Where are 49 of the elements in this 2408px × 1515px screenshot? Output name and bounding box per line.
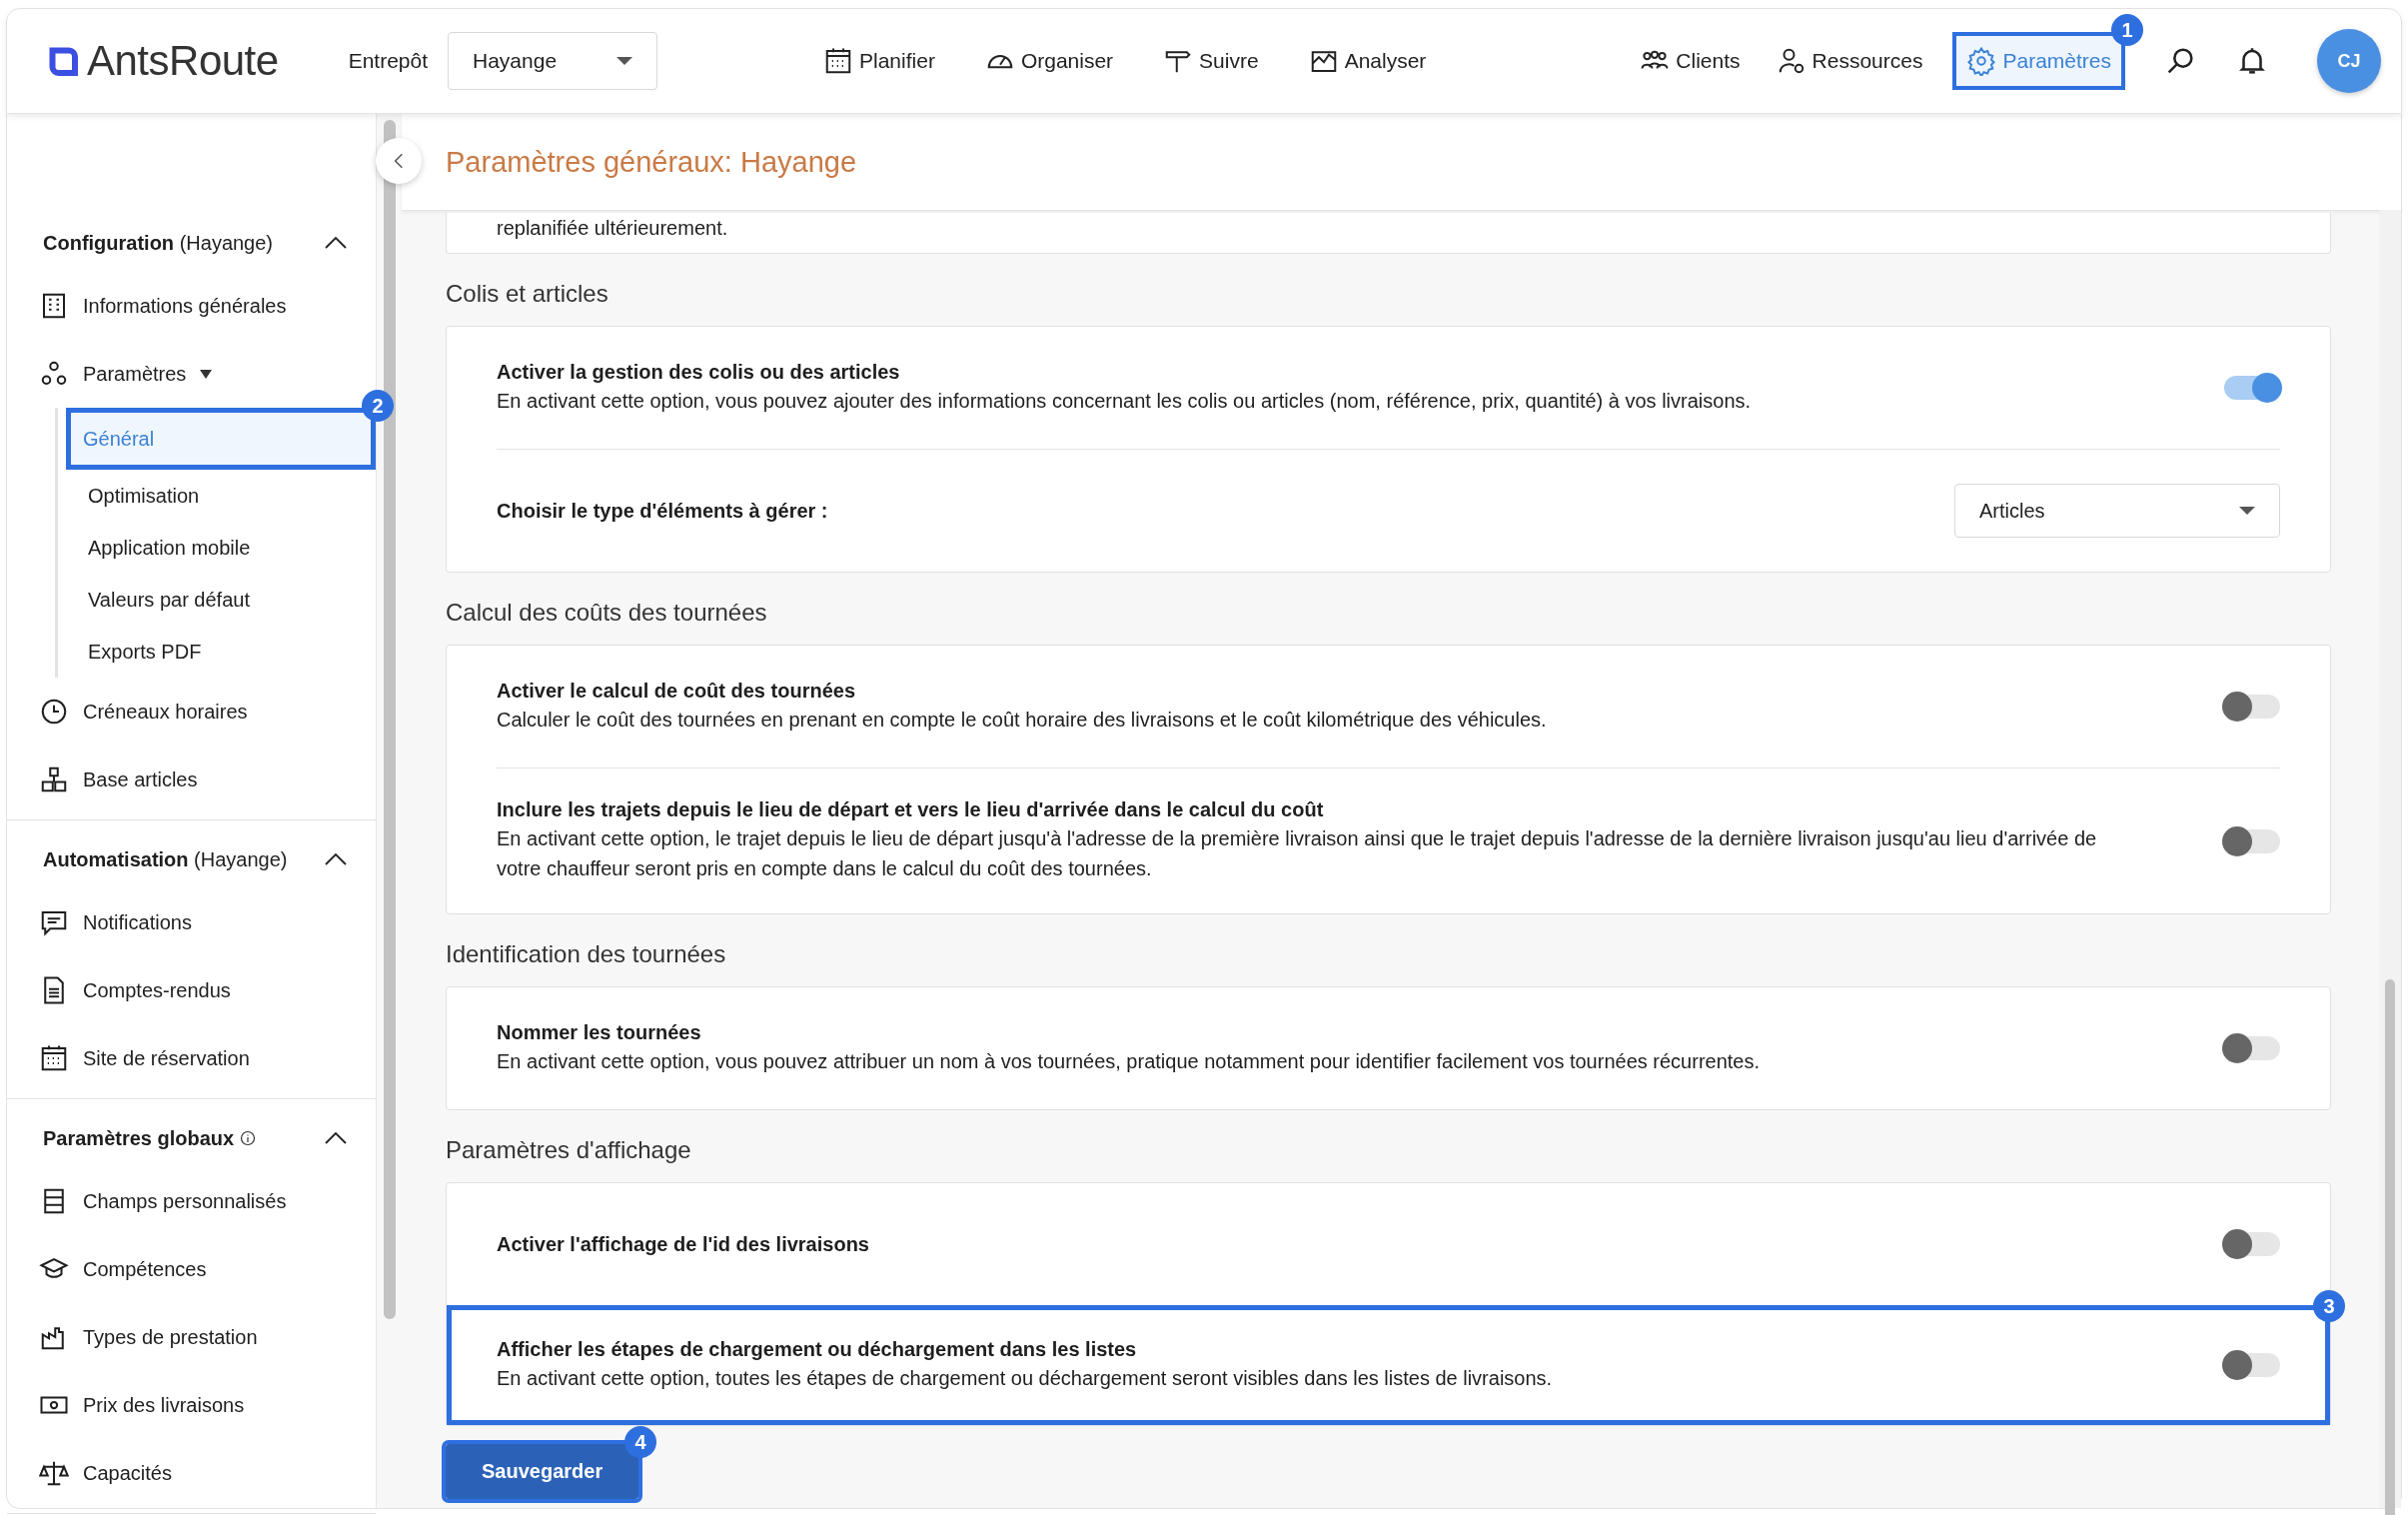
sidebar-item[interactable]: Champs personnalisés bbox=[7, 1167, 377, 1235]
step-badge: 1 bbox=[2111, 14, 2143, 46]
sidebar-item[interactable]: Prix des livraisons bbox=[7, 1371, 377, 1439]
setting-description: En activant cette option, vous pouvez ajouter des informations concernant les colis ou articles (nom, référence, prix, quantité) à vos livraisons. bbox=[497, 388, 1753, 414]
step-badge: 4 bbox=[624, 1426, 657, 1458]
setting-description: En activant cette option, vous pouvez attribuer un nom à vos tournées, pratique notamment pour identifier facilement vos tournées récurrentes. bbox=[497, 1048, 1762, 1074]
page-title: Paramètres généraux: Hayange bbox=[446, 145, 857, 179]
brand-name: AntsRoute bbox=[87, 37, 279, 85]
group-title: Identification des tournées bbox=[446, 940, 727, 968]
setting-title: Activer l'affichage de l'id des livraisons bbox=[497, 1232, 870, 1256]
sidebar-item[interactable]: Informations générales bbox=[7, 272, 377, 340]
warehouse-label: Entrepôt bbox=[348, 49, 428, 73]
sidebar-item[interactable]: Comptes-rendus bbox=[7, 956, 377, 1024]
setting-title: Activer le calcul de coût des tournées bbox=[497, 679, 856, 703]
setting-title: Inclure les trajets depuis le lieu de départ et vers le lieu d'arrivée dans le calcul du coût bbox=[497, 798, 1325, 821]
nav-link[interactable]: Planifier bbox=[817, 38, 941, 84]
sidebar-subitem[interactable]: Valeurs par défaut bbox=[66, 574, 377, 626]
section-title: Paramètres globaux bbox=[43, 1126, 235, 1150]
sidebar-subitem[interactable]: Exports PDF bbox=[66, 626, 377, 678]
setting-description: replanifiée ultérieurement. bbox=[497, 216, 729, 241]
nav-link[interactable]: Organiser bbox=[978, 38, 1120, 84]
group-title: Colis et articles bbox=[446, 280, 609, 308]
section-title: Automatisation (Hayange) bbox=[43, 847, 288, 871]
setting-description: Calculer le coût des tournées en prenant en compte le coût horaire des livraisons et le coût kilométrique des véhicules. bbox=[497, 707, 1548, 733]
sidebar-subitem[interactable]: Optimisation bbox=[66, 470, 377, 522]
nav-link[interactable]: Ressources bbox=[1770, 38, 1929, 84]
warehouse-select[interactable]: Hayange bbox=[448, 32, 657, 90]
setting-title: Afficher les étapes de chargement ou déchargement dans les listes bbox=[497, 1337, 1138, 1361]
setting-title: Choisir le type d'éléments à gérer : bbox=[497, 499, 829, 523]
sidebar-item[interactable]: Notifications bbox=[7, 888, 377, 956]
type-select[interactable]: Articles bbox=[1954, 484, 2280, 538]
group-title: Calcul des coûts des tournées bbox=[446, 599, 768, 627]
nav-link[interactable]: Clients bbox=[1634, 38, 1747, 84]
sidebar-item[interactable]: Créneaux horaires bbox=[7, 678, 377, 746]
setting-description: En activant cette option, le trajet depuis le lieu de départ jusqu'à l'adresse de la première livraison ainsi que le trajet depuis l'adresse de la dernière livraison jusqu'au lieu d'arrivée de votre chauffeur seront pris en compte dans le calcul du coût des tournées. bbox=[497, 826, 2098, 881]
nav-link[interactable]: Analyser bbox=[1302, 38, 1433, 84]
sidebar-item[interactable]: Compétences bbox=[7, 1235, 377, 1303]
section-title: Configuration (Hayange) bbox=[43, 231, 274, 255]
setting-description: En activant cette option, toutes les étapes de chargement ou déchargement seront visibles dans les listes de livraisons. bbox=[497, 1365, 1554, 1391]
setting-title: Activer la gestion des colis ou des articles bbox=[497, 360, 901, 384]
step-badge: 3 bbox=[2313, 1290, 2345, 1322]
group-title: Paramètres d'affichage bbox=[446, 1136, 692, 1164]
sidebar-subitem[interactable]: Application mobile bbox=[66, 522, 377, 574]
sidebar-item[interactable]: Types de prestation bbox=[7, 1303, 377, 1371]
setting-title: Nommer les tournées bbox=[497, 1020, 702, 1044]
nav-link[interactable]: Suivre bbox=[1157, 38, 1265, 84]
sidebar-item[interactable]: Capacités bbox=[7, 1439, 377, 1507]
sidebar-item[interactable]: Base articles bbox=[7, 746, 377, 813]
sidebar-item[interactable]: Site de réservation bbox=[7, 1024, 377, 1092]
